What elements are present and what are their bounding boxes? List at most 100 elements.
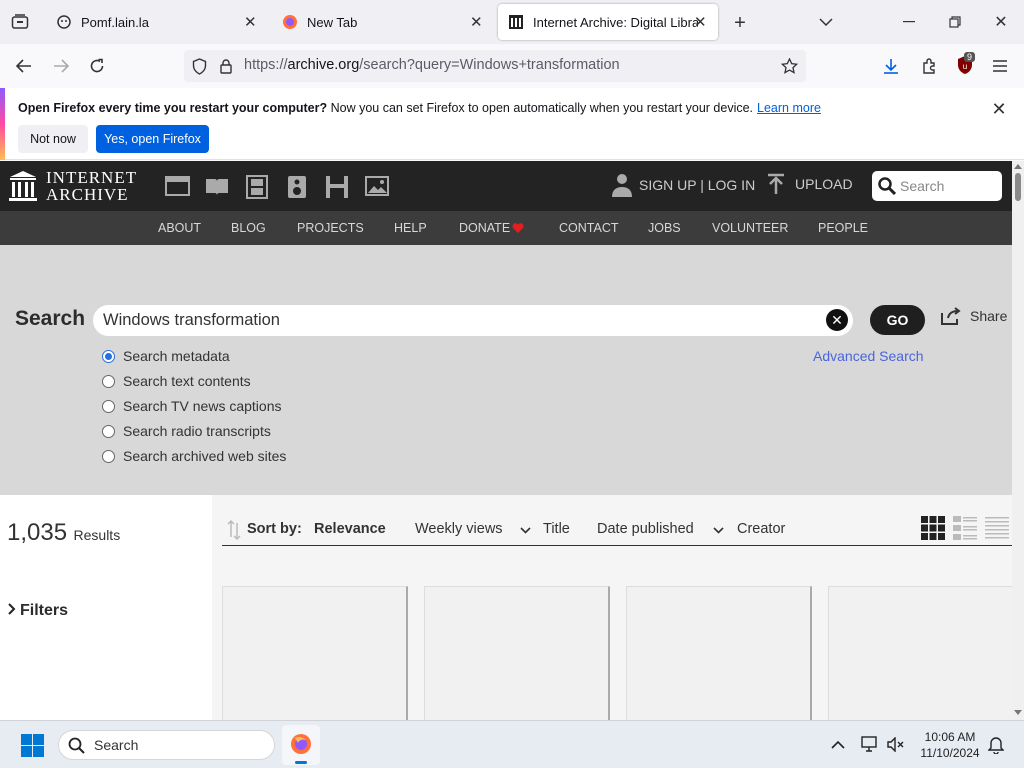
user-menu[interactable]: SIGN UP | LOG IN — [612, 173, 755, 197]
radio-search-radio[interactable]: Search radio transcripts — [102, 423, 271, 439]
reload-icon[interactable] — [85, 55, 109, 77]
scrollbar-thumb[interactable] — [1015, 173, 1021, 201]
firefox-favicon-icon — [282, 14, 298, 30]
list-tabs-chevron-icon[interactable] — [815, 12, 837, 32]
url-domain: archive.org — [287, 57, 360, 73]
list-detail-view-icon[interactable] — [953, 516, 977, 540]
url-bar[interactable]: https://archive.org/search?query=Windows… — [184, 50, 806, 82]
nav-people[interactable]: PEOPLE — [818, 221, 868, 235]
url-text: https://archive.org/search?query=Windows… — [244, 57, 620, 73]
downloads-icon[interactable] — [880, 55, 902, 77]
tracking-protection-shield-icon[interactable] — [190, 57, 208, 75]
pomf-favicon-icon — [56, 14, 72, 30]
chevron-down-icon[interactable] — [713, 527, 724, 534]
result-card[interactable] — [626, 586, 812, 726]
radio-button[interactable] — [102, 449, 115, 463]
radio-button[interactable] — [102, 374, 115, 388]
main-search-input[interactable]: Windows transformation ✕ — [93, 305, 853, 336]
forward-arrow-icon[interactable] — [49, 55, 73, 77]
tab-overview-icon[interactable] — [8, 12, 32, 32]
close-notification-icon[interactable]: ✕ — [988, 98, 1010, 120]
nav-projects[interactable]: PROJECTS — [297, 221, 364, 235]
share-button[interactable]: Share — [940, 307, 1007, 325]
video-film-icon[interactable] — [245, 175, 269, 199]
scroll-up-arrow-icon[interactable] — [1014, 163, 1022, 169]
nav-about[interactable]: ABOUT — [158, 221, 201, 235]
lock-icon[interactable] — [218, 57, 234, 75]
yes-open-firefox-button[interactable]: Yes, open Firefox — [96, 125, 209, 153]
new-tab-plus-icon[interactable]: + — [729, 12, 751, 34]
filters-toggle[interactable]: Filters — [8, 602, 68, 620]
nav-blog[interactable]: BLOG — [231, 221, 266, 235]
nav-jobs[interactable]: JOBS — [648, 221, 681, 235]
result-card[interactable] — [828, 586, 1012, 726]
tab-strip: Pomf.lain.la ✕ New Tab ✕ Internet Archiv… — [0, 0, 1024, 44]
windows-start-icon[interactable] — [21, 734, 44, 757]
go-button[interactable]: GO — [870, 305, 925, 335]
url-scheme: https:// — [244, 57, 288, 73]
sort-title[interactable]: Title — [543, 521, 570, 537]
ublock-origin-icon[interactable]: u 9 — [953, 52, 977, 77]
sort-by-label: Sort by: — [247, 521, 302, 537]
extensions-puzzle-icon[interactable] — [918, 55, 940, 77]
ia-header-search-input[interactable]: Search — [872, 171, 1002, 201]
upload-link[interactable]: UPLOAD — [767, 173, 853, 195]
tab-internet-archive[interactable]: Internet Archive: Digital Library ✕ — [498, 4, 718, 40]
sort-creator[interactable]: Creator — [737, 521, 785, 537]
chevron-down-icon[interactable] — [520, 527, 531, 534]
sort-weekly-views[interactable]: Weekly views — [415, 521, 503, 537]
close-tab-icon[interactable]: ✕ — [694, 13, 707, 31]
taskbar-clock[interactable]: 10:06 AM 11/10/2024 — [918, 729, 982, 761]
web-icon[interactable] — [165, 175, 190, 197]
show-hidden-icons-chevron-icon[interactable] — [831, 740, 845, 749]
filters-label: Filters — [20, 602, 69, 619]
ia-logo[interactable]: INTERNET ARCHIVE — [0, 161, 150, 211]
texts-book-icon[interactable] — [204, 175, 230, 197]
software-floppy-icon[interactable] — [325, 175, 349, 199]
radio-button[interactable] — [102, 399, 115, 413]
minimize-icon[interactable] — [898, 12, 920, 32]
compact-list-view-icon[interactable] — [985, 516, 1009, 540]
tab-pomf[interactable]: Pomf.lain.la ✕ — [56, 0, 262, 44]
bookmark-star-icon[interactable] — [780, 57, 798, 75]
sign-up-log-in-link[interactable]: SIGN UP | LOG IN — [639, 177, 755, 193]
radio-search-web[interactable]: Search archived web sites — [102, 448, 286, 464]
tab-new-tab[interactable]: New Tab ✕ — [282, 0, 488, 44]
taskbar-firefox-app[interactable] — [282, 725, 320, 765]
back-arrow-icon[interactable] — [12, 55, 36, 77]
hamburger-menu-icon[interactable] — [989, 55, 1011, 77]
close-window-icon[interactable]: ✕ — [990, 12, 1012, 32]
close-tab-icon[interactable]: ✕ — [470, 13, 483, 31]
radio-button-checked[interactable] — [102, 349, 115, 363]
nav-contact[interactable]: CONTACT — [559, 221, 619, 235]
radio-button[interactable] — [102, 424, 115, 438]
not-now-button[interactable]: Not now — [18, 125, 88, 153]
clear-search-icon[interactable]: ✕ — [826, 309, 848, 331]
nav-help[interactable]: HELP — [394, 221, 427, 235]
page-scrollbar[interactable] — [1012, 161, 1024, 720]
volume-muted-icon[interactable] — [887, 737, 905, 752]
restore-icon[interactable] — [944, 12, 966, 32]
result-card[interactable] — [222, 586, 408, 726]
network-icon[interactable] — [861, 736, 879, 752]
result-card[interactable] — [424, 586, 610, 726]
close-tab-icon[interactable]: ✕ — [244, 13, 257, 31]
notification-bell-icon[interactable] — [988, 736, 1004, 754]
audio-speaker-icon[interactable] — [287, 175, 307, 199]
learn-more-link[interactable]: Learn more — [757, 101, 821, 115]
sort-date-published[interactable]: Date published — [597, 521, 694, 537]
nav-donate[interactable]: DONATE — [459, 221, 510, 235]
tab-title: Pomf.lain.la — [81, 14, 149, 30]
radio-search-tv[interactable]: Search TV news captions — [102, 398, 282, 414]
tab-title: New Tab — [307, 14, 358, 30]
nav-volunteer[interactable]: VOLUNTEER — [712, 221, 788, 235]
radio-search-text[interactable]: Search text contents — [102, 373, 251, 389]
scroll-down-arrow-icon[interactable] — [1014, 710, 1022, 716]
sort-relevance[interactable]: Relevance — [314, 521, 386, 537]
sort-direction-icon[interactable] — [227, 519, 241, 541]
tile-view-icon[interactable] — [921, 516, 945, 540]
images-icon[interactable] — [365, 175, 391, 197]
advanced-search-link[interactable]: Advanced Search — [813, 348, 924, 364]
taskbar-search-input[interactable]: Search — [58, 730, 275, 760]
radio-search-metadata[interactable]: Search metadata — [102, 348, 230, 364]
